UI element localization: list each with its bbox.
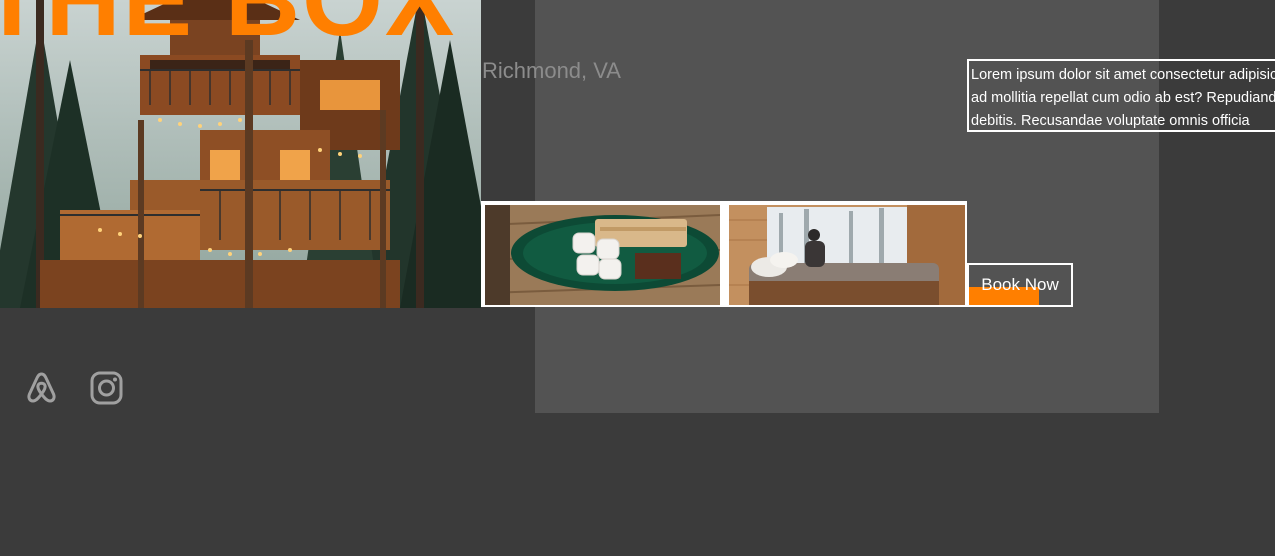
social-links (24, 370, 124, 406)
airbnb-link[interactable] (24, 370, 59, 406)
instagram-link[interactable] (89, 370, 124, 406)
airbnb-icon (27, 372, 56, 403)
smores-plate-image[interactable] (485, 205, 720, 305)
description-line: debitis. Recusandae voluptate omnis offi… (971, 113, 1250, 129)
description-box: Lorem ipsum dolor sit amet consectetur a… (967, 59, 1275, 132)
book-now-button[interactable]: Book Now (967, 263, 1073, 307)
location-text: Richmond, VA (482, 58, 621, 83)
photo-gallery (481, 201, 967, 307)
instagram-icon (90, 371, 123, 405)
cabin-bed-window-image[interactable] (729, 205, 965, 305)
site-title: THE BOX (0, 0, 457, 58)
description-line: ad mollitia repellat cum odio ab est? Re… (971, 90, 1275, 106)
book-now-label: Book Now (981, 275, 1059, 294)
description-line: Lorem ipsum dolor sit amet consectetur a… (971, 67, 1275, 83)
